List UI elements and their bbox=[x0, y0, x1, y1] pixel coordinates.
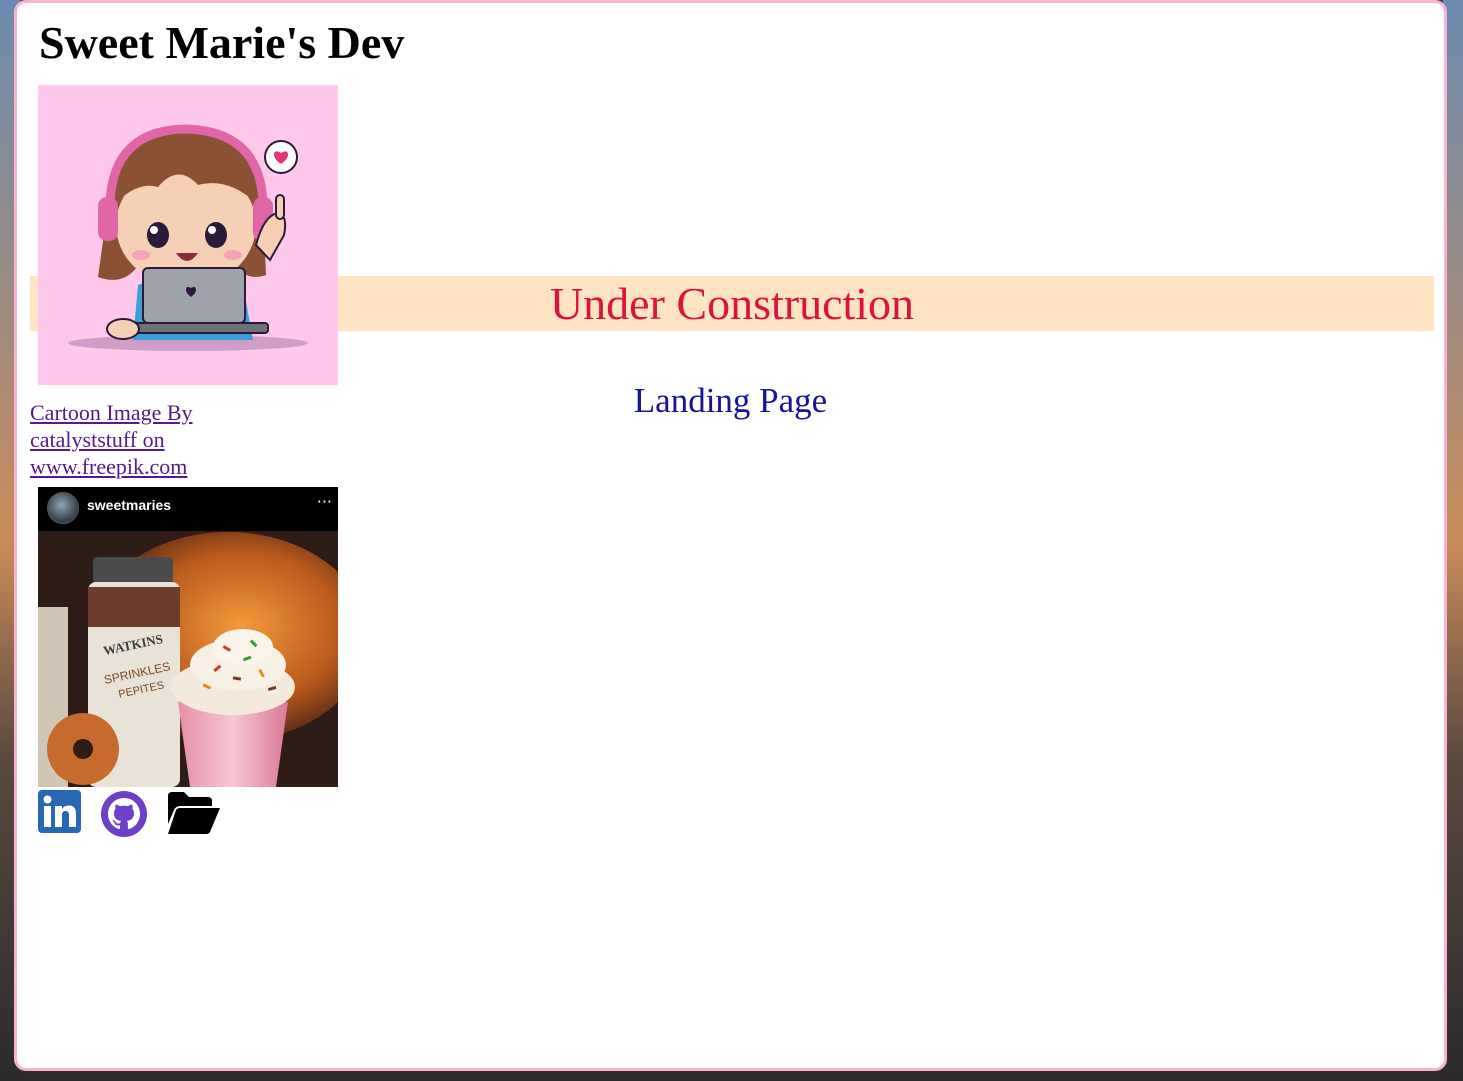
instagram-avatar bbox=[47, 492, 79, 524]
linkedin-icon bbox=[38, 790, 81, 833]
github-icon bbox=[101, 791, 147, 837]
cupcake-instagram-photo: WATKINS SPRINKLES PEPITES sweetmaries ··… bbox=[38, 487, 338, 787]
instagram-username: sweetmaries bbox=[87, 497, 172, 513]
folder-open-icon bbox=[168, 792, 220, 834]
portfolio-folder-link[interactable] bbox=[166, 790, 222, 841]
cupcake-photo-illustration: WATKINS SPRINKLES PEPITES bbox=[38, 531, 338, 787]
instagram-header-bar: sweetmaries ··· bbox=[38, 487, 338, 531]
site-title: Sweet Marie's Dev bbox=[39, 17, 405, 68]
github-link[interactable] bbox=[100, 790, 148, 843]
page-card: Sweet Marie's Dev Under Construction Car… bbox=[14, 0, 1447, 1071]
more-options-icon: ··· bbox=[316, 492, 332, 511]
cartoon-girl-illustration bbox=[68, 124, 308, 351]
linkedin-link[interactable] bbox=[38, 790, 81, 838]
landing-page-subtitle: Landing Page bbox=[633, 381, 828, 420]
cartoon-avatar-image bbox=[38, 85, 338, 385]
